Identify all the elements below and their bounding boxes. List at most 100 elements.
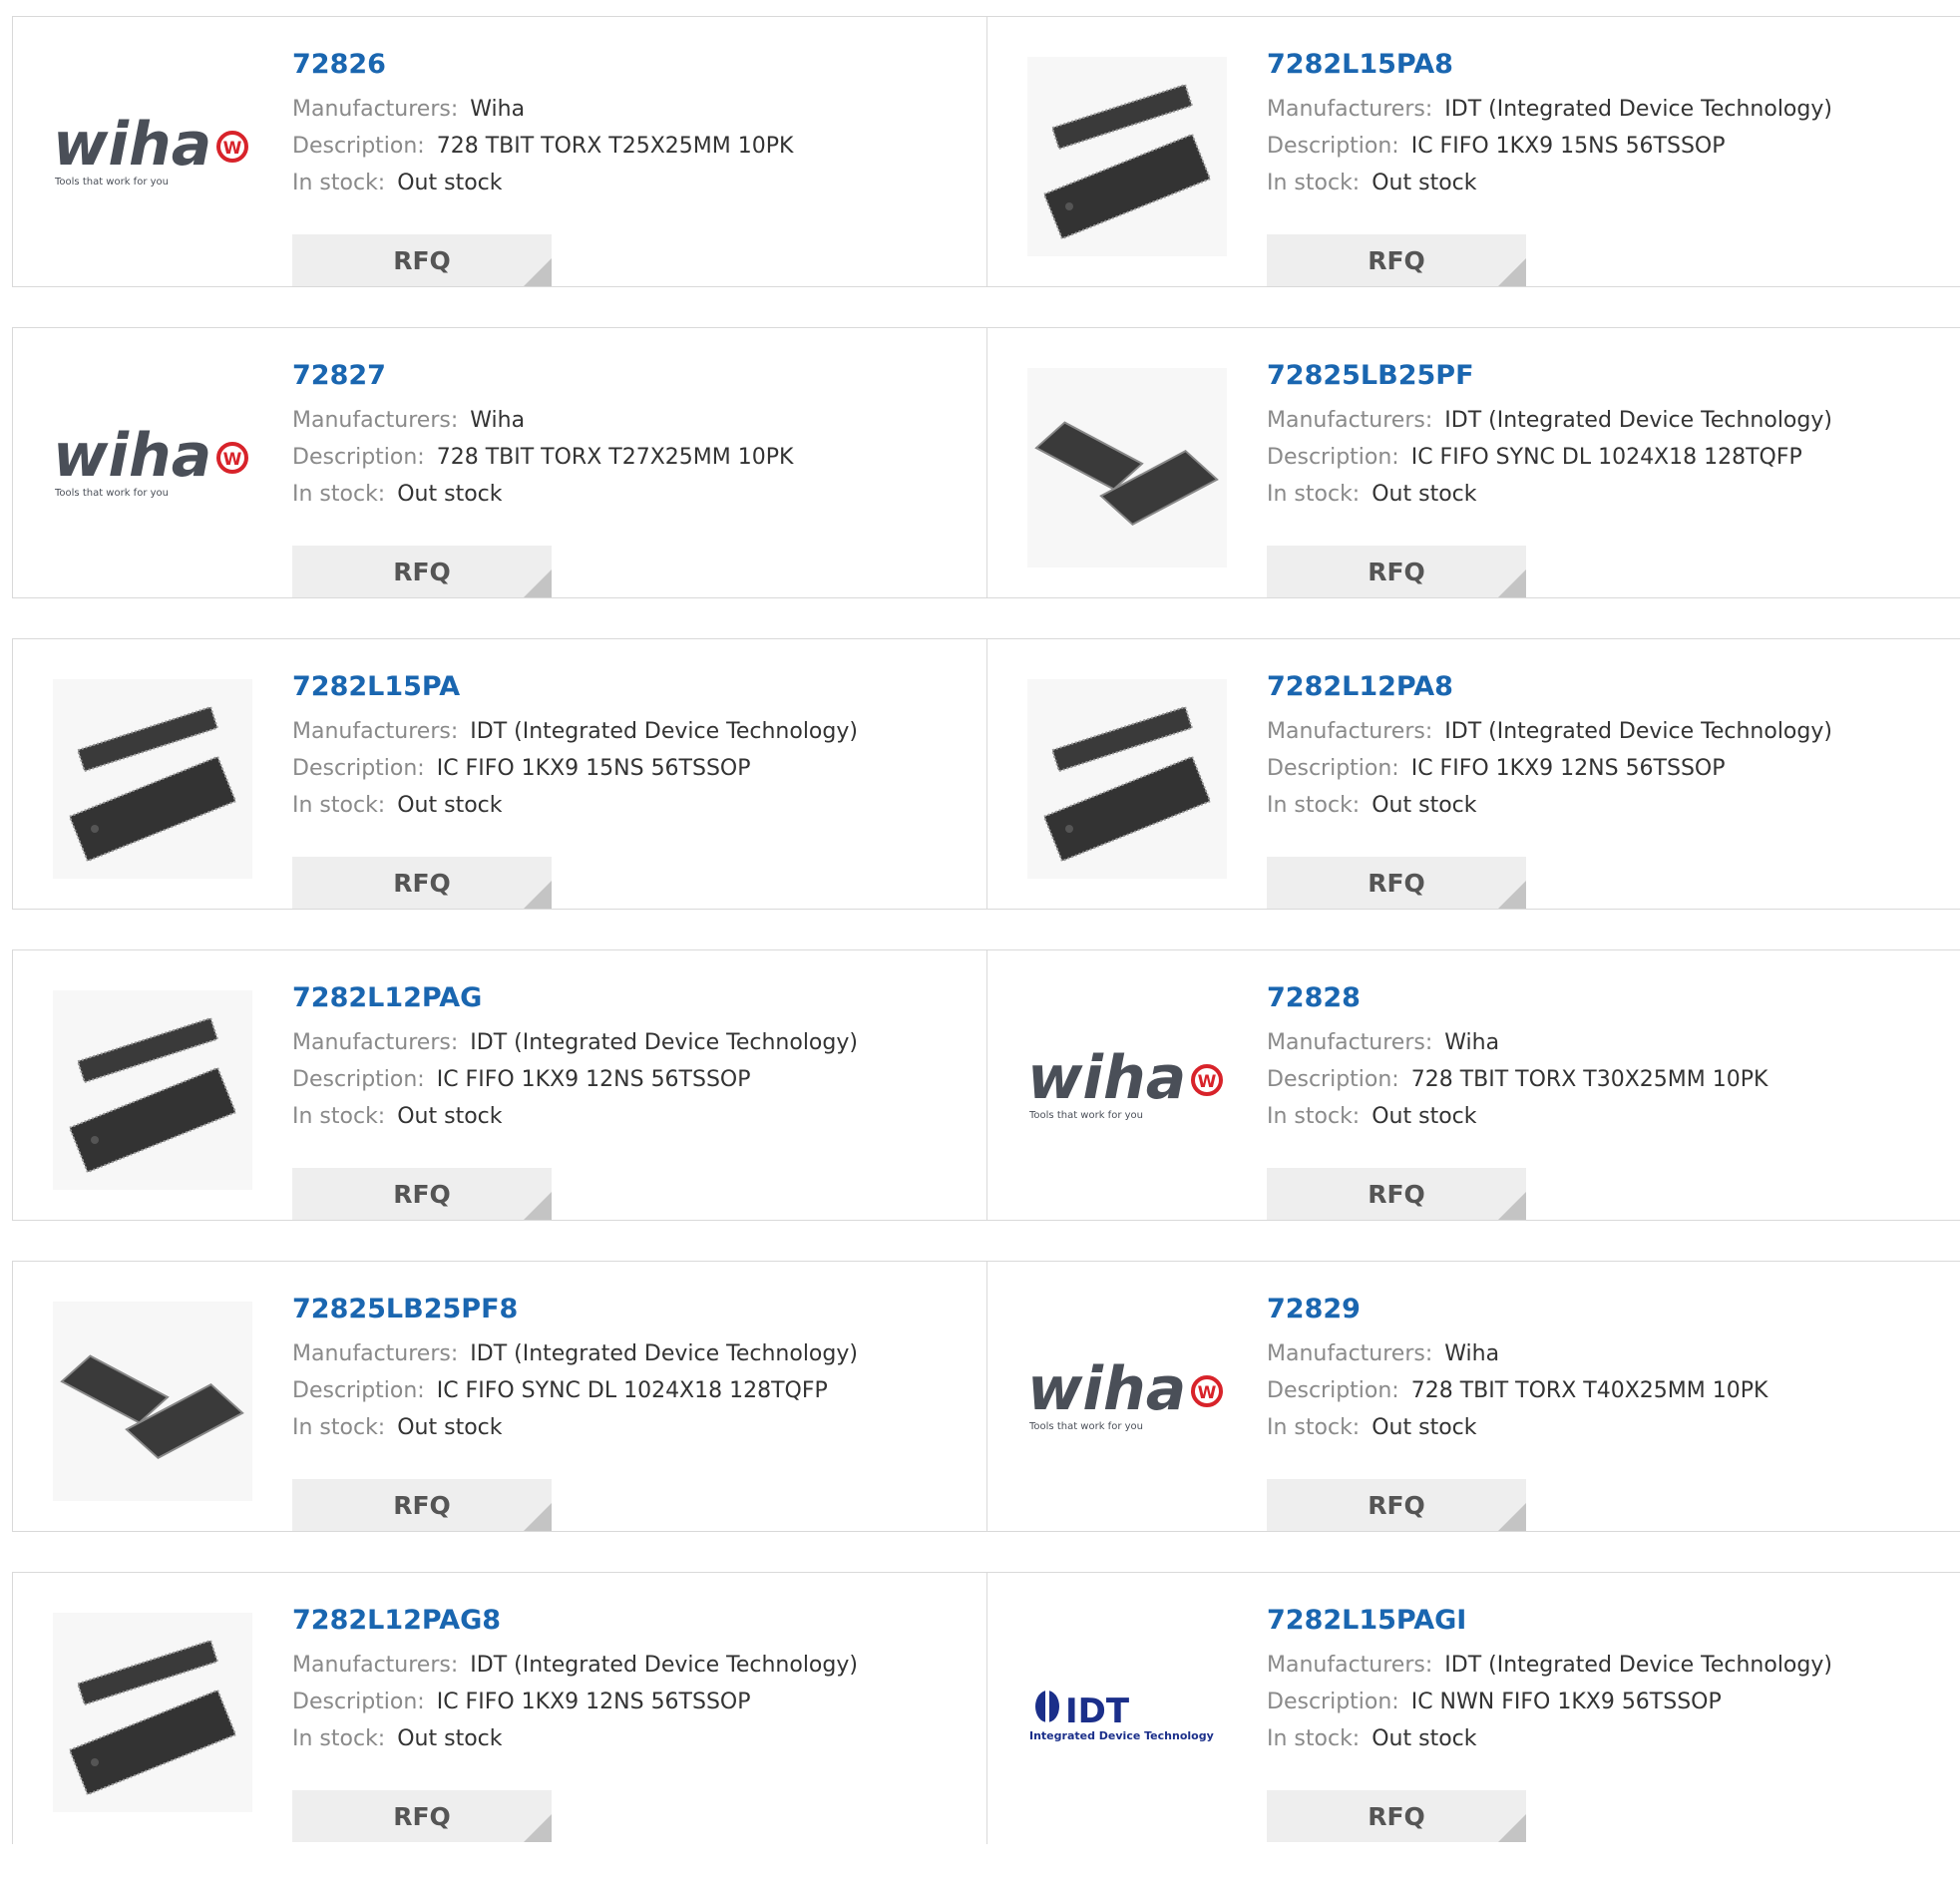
product-info: 72825LB25PF8 Manufacturers: IDT (Integrate… [292,1292,858,1531]
idt-logo-image[interactable]: IDT Integrated Device Technology [1027,1613,1227,1812]
part-number-link[interactable]: 7282L12PAG8 [292,1603,858,1639]
wiha-logo-image[interactable]: wiha W Tools that work for you [53,57,252,256]
manufacturer-line: Manufacturers: IDT (Integrated Device Tec… [292,1647,858,1684]
product-image[interactable] [53,679,252,879]
manufacturer-value: IDT (Integrated Device Technology) [1444,408,1832,433]
manufacturer-line: Manufacturers: IDT (Integrated Device Tec… [292,713,858,750]
description-line: Description: IC FIFO 1KX9 12NS 56TSSOP [1267,750,1832,787]
rfq-button[interactable]: RFQ [1267,857,1526,909]
description-line: Description: 728 TBIT TORX T30X25MM 10PK [1267,1061,1767,1098]
tqfp-chip-icon [53,1302,252,1501]
product-info: 72827 Manufacturers: Wiha Description: 728 T… [292,358,794,597]
product-row: 7282L12PAG Manufacturers: IDT (Integrated … [12,949,1960,1221]
manufacturer-label: Manufacturers: [1267,1653,1433,1678]
rfq-button[interactable]: RFQ [292,234,552,286]
manufacturer-label: Manufacturers: [292,408,459,433]
part-number-link[interactable]: 7282L15PAGI [1267,1603,1832,1639]
rfq-button[interactable]: RFQ [1267,234,1526,286]
rfq-button[interactable]: RFQ [1267,1790,1526,1842]
part-number-link[interactable]: 72825LB25PF8 [292,1292,858,1327]
part-number-link[interactable]: 72829 [1267,1292,1767,1327]
description-value: 728 TBIT TORX T27X25MM 10PK [436,445,794,470]
stock-label: In stock: [1267,1415,1361,1440]
product-info: 7282L12PAG8 Manufacturers: IDT (Integrated… [292,1603,858,1842]
manufacturer-line: Manufacturers: IDT (Integrated Device Tec… [1267,402,1832,439]
stock-value: Out stock [1372,1726,1477,1751]
rfq-label: RFQ [393,557,451,586]
rfq-button[interactable]: RFQ [292,857,552,909]
part-number-link[interactable]: 72827 [292,358,793,394]
wiha-logo-icon: wiha W Tools that work for you [53,421,248,499]
wiha-logo-image[interactable]: wiha W Tools that work for you [1027,990,1227,1190]
rfq-button[interactable]: RFQ [1267,1168,1526,1220]
product-image[interactable] [1027,57,1227,256]
rfq-button[interactable]: RFQ [292,1790,552,1842]
manufacturer-label: Manufacturers: [292,97,459,122]
wiha-logo-icon: wiha W Tools that work for you [1027,1043,1223,1121]
product-card: 72825LB25PF8 Manufacturers: IDT (Integrate… [13,1262,987,1531]
manufacturer-label: Manufacturers: [1267,97,1433,122]
product-row: wiha W Tools that work for you 72827 Manufac… [12,327,1960,598]
svg-text:W: W [223,139,242,159]
manufacturer-label: Manufacturers: [1267,1341,1433,1366]
product-card: wiha W Tools that work for you 72828 Manufac… [987,950,1960,1220]
stock-value: Out stock [397,1415,503,1440]
manufacturer-value: IDT (Integrated Device Technology) [470,1341,858,1366]
rfq-button[interactable]: RFQ [292,1168,552,1220]
tqfp-chip-icon [1027,368,1227,567]
description-line: Description: IC NWN FIFO 1KX9 56TSSOP [1267,1684,1832,1720]
svg-text:W: W [1198,1072,1217,1092]
svg-text:W: W [223,450,242,470]
rfq-button[interactable]: RFQ [292,1479,552,1531]
product-card: wiha W Tools that work for you 72826 Manufac… [13,17,987,286]
wiha-logo-image[interactable]: wiha W Tools that work for you [53,368,252,567]
product-image[interactable] [53,1613,252,1812]
product-image[interactable] [53,1302,252,1501]
rfq-label: RFQ [1368,1490,1425,1520]
stock-label: In stock: [292,171,386,195]
corner-triangle-icon [1498,258,1526,286]
rfq-label: RFQ [1368,557,1425,586]
product-image[interactable] [1027,368,1227,567]
part-number-link[interactable]: 7282L15PA8 [1267,47,1832,83]
description-line: Description: IC FIFO 1KX9 12NS 56TSSOP [292,1061,858,1098]
part-number-link[interactable]: 7282L15PA [292,669,858,705]
product-card: IDT Integrated Device Technology 7282L15PA… [987,1573,1960,1844]
part-number-link[interactable]: 72825LB25PF [1267,358,1832,394]
description-line: Description: IC FIFO 1KX9 15NS 56TSSOP [292,750,858,787]
svg-text:Tools that work for you: Tools that work for you [1028,1110,1143,1121]
stock-label: In stock: [292,1726,386,1751]
product-row: 72825LB25PF8 Manufacturers: IDT (Integrate… [12,1261,1960,1532]
product-card: wiha W Tools that work for you 72829 Manufac… [987,1262,1960,1531]
part-number-link[interactable]: 7282L12PA8 [1267,669,1832,705]
svg-text:wiha: wiha [53,421,211,491]
manufacturer-line: Manufacturers: Wiha [292,402,793,439]
manufacturer-value: IDT (Integrated Device Technology) [1444,1653,1832,1678]
manufacturer-value: Wiha [1444,1341,1500,1366]
manufacturer-line: Manufacturers: Wiha [1267,1335,1767,1372]
part-number-link[interactable]: 72826 [292,47,793,83]
rfq-button[interactable]: RFQ [1267,1479,1526,1531]
tssop-chip-icon [53,679,252,879]
product-card: 7282L15PA Manufacturers: IDT (Integrated D… [13,639,987,909]
rfq-button[interactable]: RFQ [1267,546,1526,597]
rfq-button[interactable]: RFQ [292,546,552,597]
corner-triangle-icon [1498,881,1526,909]
description-value: 728 TBIT TORX T30X25MM 10PK [1410,1067,1768,1092]
product-card: wiha W Tools that work for you 72827 Manufac… [13,328,987,597]
product-info: 7282L15PA8 Manufacturers: IDT (Integrated … [1267,47,1832,286]
product-image[interactable] [1027,679,1227,879]
product-image[interactable] [53,990,252,1190]
rfq-label: RFQ [393,245,451,275]
stock-line: In stock: Out stock [292,1098,858,1135]
svg-text:wiha: wiha [53,110,211,180]
part-number-link[interactable]: 72828 [1267,980,1767,1016]
manufacturer-label: Manufacturers: [1267,408,1433,433]
wiha-logo-image[interactable]: wiha W Tools that work for you [1027,1302,1227,1501]
rfq-label: RFQ [393,1801,451,1831]
corner-triangle-icon [524,569,552,597]
part-number-link[interactable]: 7282L12PAG [292,980,858,1016]
product-card: 7282L12PAG8 Manufacturers: IDT (Integrated… [13,1573,987,1844]
tssop-chip-icon [53,1613,252,1812]
stock-line: In stock: Out stock [1267,1720,1832,1757]
